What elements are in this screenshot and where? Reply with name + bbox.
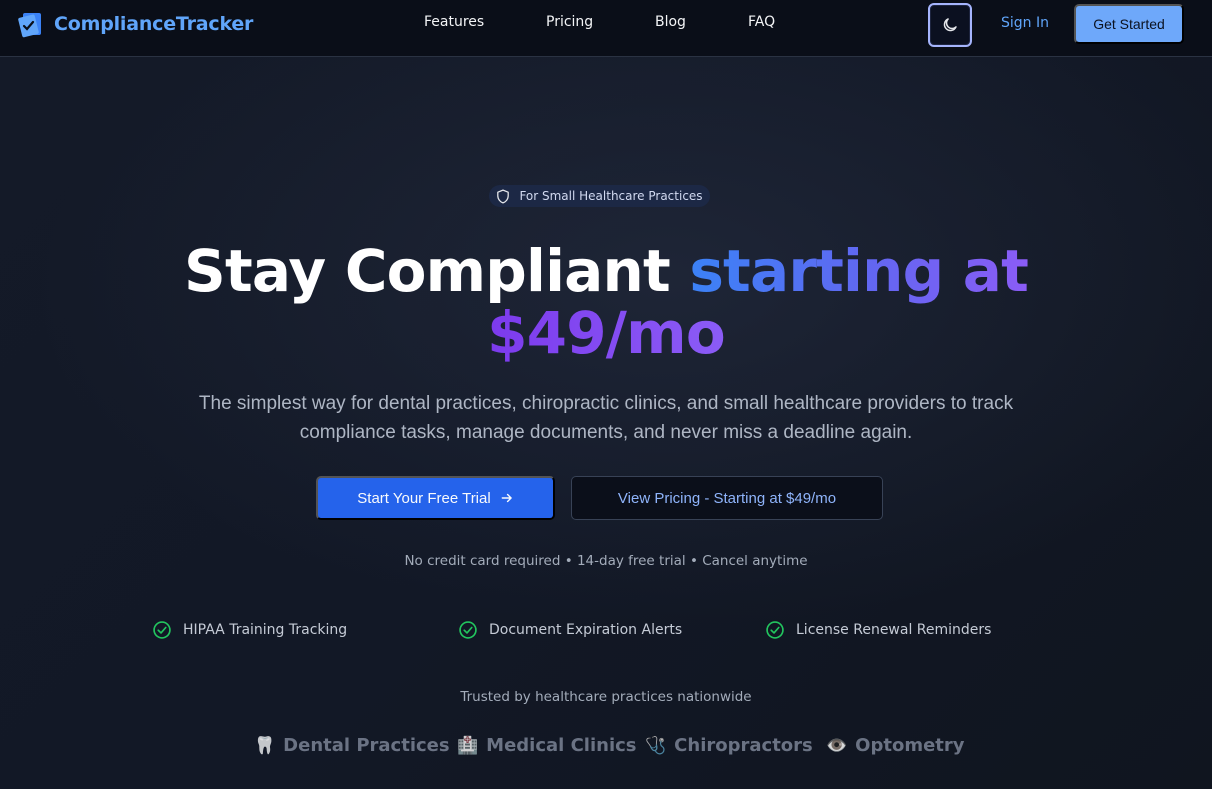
moon-icon — [943, 18, 957, 32]
tooth-icon: 🦷 — [254, 735, 276, 756]
check-circle-icon — [766, 621, 784, 639]
arrow-right-icon — [501, 493, 512, 503]
hero-headline: Stay Compliant starting at $49/mo — [0, 240, 1212, 364]
trusted-item-label: Chiropractors — [674, 735, 813, 756]
feature-item: Document Expiration Alerts — [458, 620, 682, 640]
trusted-logos: 🦷 Dental Practices 🏥 Medical Clinics 🩺 C… — [0, 735, 1212, 759]
trusted-item-dental: 🦷 Dental Practices — [254, 735, 450, 756]
trusted-item-medical: 🏥 Medical Clinics — [457, 735, 637, 756]
trusted-item-label: Dental Practices — [283, 735, 450, 756]
nav-link-pricing[interactable]: Pricing — [546, 14, 593, 30]
nav-link-features[interactable]: Features — [424, 14, 484, 30]
nav-link-blog[interactable]: Blog — [655, 14, 686, 30]
headline-accent-2: $49/mo — [487, 299, 726, 367]
trusted-heading: Trusted by healthcare practices nationwi… — [460, 689, 752, 705]
stethoscope-icon: 🩺 — [645, 735, 667, 756]
check-circle-icon — [459, 621, 477, 639]
check-circle-icon — [153, 621, 171, 639]
feature-label: License Renewal Reminders — [796, 622, 992, 638]
sign-in-link[interactable]: Sign In — [1001, 15, 1049, 31]
trusted-item-label: Medical Clinics — [486, 735, 637, 756]
trusted-item-label: Optometry — [855, 735, 965, 756]
audience-badge: For Small Healthcare Practices — [489, 185, 710, 207]
nav-link-faq[interactable]: FAQ — [748, 14, 775, 30]
trusted-item-optometry: 👁️ Optometry — [826, 735, 965, 756]
headline-accent-1: starting at — [689, 237, 1028, 305]
badge-label: For Small Healthcare Practices — [519, 189, 703, 203]
hospital-icon: 🏥 — [457, 735, 479, 756]
shield-icon — [497, 189, 510, 203]
headline-white: Stay Compliant — [183, 237, 671, 305]
get-started-button[interactable]: Get Started — [1074, 4, 1184, 44]
feature-label: HIPAA Training Tracking — [183, 622, 348, 638]
theme-toggle-button[interactable] — [928, 3, 972, 47]
start-free-trial-label: Start Your Free Trial — [357, 489, 491, 507]
trusted-item-chiropractors: 🩺 Chiropractors — [645, 735, 813, 756]
start-free-trial-button[interactable]: Start Your Free Trial — [316, 476, 555, 520]
trial-fineprint: No credit card required • 14-day free tr… — [404, 553, 808, 569]
feature-label: Document Expiration Alerts — [489, 622, 683, 638]
eye-icon: 👁️ — [826, 735, 848, 756]
top-nav: ComplianceTracker Features Pricing Blog … — [0, 0, 1212, 57]
hero-subtitle: The simplest way for dental practices, c… — [198, 393, 1014, 443]
view-pricing-button[interactable]: View Pricing - Starting at $49/mo — [571, 476, 883, 520]
feature-item: HIPAA Training Tracking — [152, 620, 347, 640]
feature-item: License Renewal Reminders — [765, 620, 991, 640]
